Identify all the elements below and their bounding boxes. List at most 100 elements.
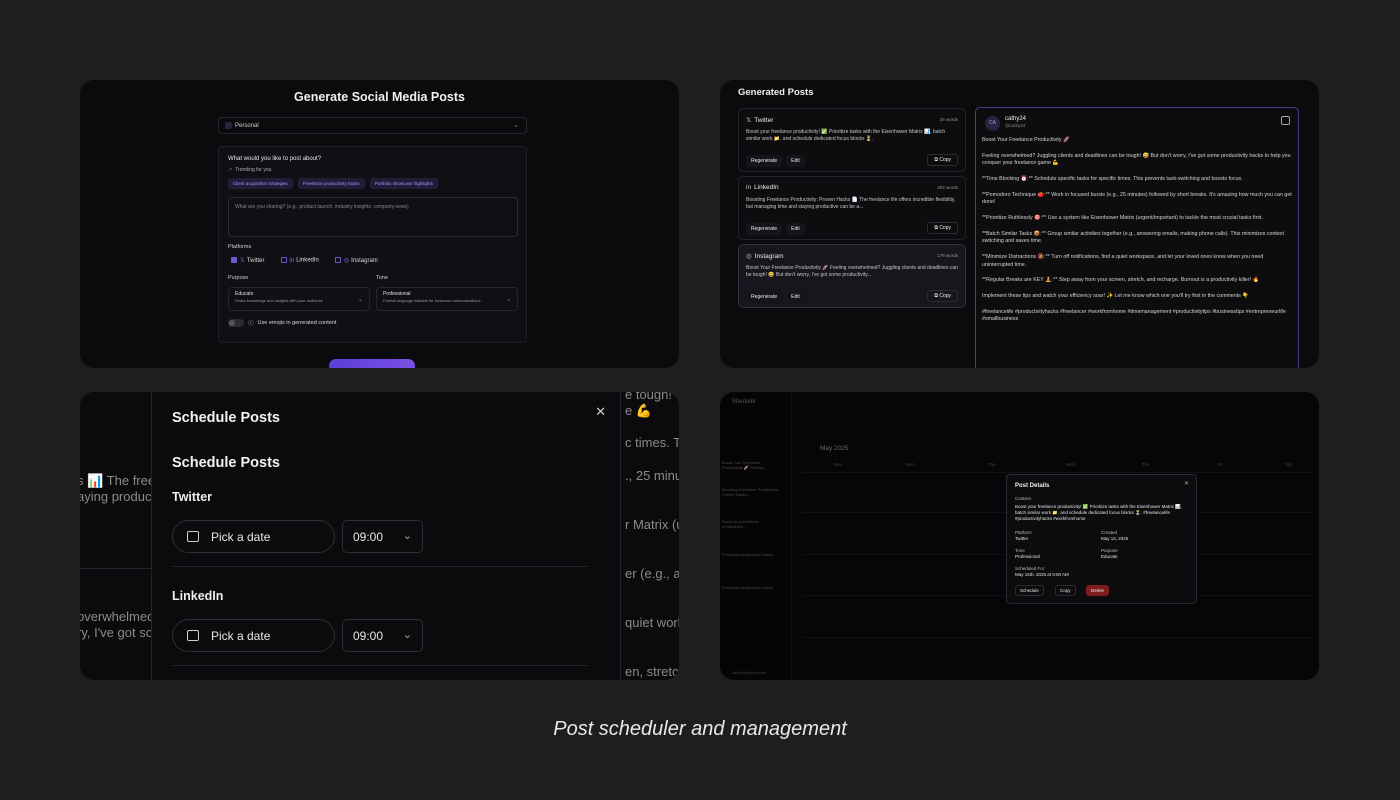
checkbox-icon[interactable] xyxy=(231,257,237,264)
account-select[interactable]: Personal ⌄ xyxy=(218,117,527,134)
delete-button[interactable]: Delete xyxy=(1086,585,1110,596)
date-label: Pick a date xyxy=(211,530,271,544)
date-picker-button[interactable]: Pick a date xyxy=(172,619,335,652)
close-icon[interactable]: ✕ xyxy=(595,404,606,420)
topic-question: What would you like to post about? xyxy=(228,156,322,162)
copy-label: Copy xyxy=(939,225,951,231)
divider xyxy=(80,568,151,569)
sidebar-item[interactable]: Freelance productivity hacks xyxy=(722,585,782,590)
copy-button[interactable]: ⧉ Copy xyxy=(927,154,958,166)
purpose-desc: Share knowledge and insights with your a… xyxy=(235,298,323,303)
info-icon: ⓘ xyxy=(248,321,254,327)
background-text: e 💪 xyxy=(625,403,653,418)
instagram-icon xyxy=(1281,116,1290,125)
platform-label: LinkedIn xyxy=(296,257,319,264)
scheduler-sidebar: Sheduler Boost Your Freelance Productivi… xyxy=(720,392,792,680)
weekday-label: Fri xyxy=(1217,462,1223,467)
sidebar-item[interactable]: Freelance productivity hacks xyxy=(722,552,782,557)
caption: Post scheduler and management xyxy=(553,718,847,740)
post-platform: Twitter xyxy=(754,117,774,124)
platform-value: Twitter xyxy=(1015,536,1029,541)
background-text: aying product xyxy=(80,489,151,504)
preview-handle: @cathy24 xyxy=(1005,123,1026,128)
instagram-icon: ◎ xyxy=(746,253,752,260)
preview-body: Boost Your Freelance Productivity 🚀 Feel… xyxy=(982,137,1292,323)
generate-button[interactable] xyxy=(329,359,415,368)
checkbox-icon[interactable] xyxy=(334,257,341,264)
edit-button[interactable]: Edit xyxy=(786,223,805,235)
regenerate-button[interactable]: Regenerate xyxy=(746,223,783,235)
copy-button[interactable]: ⧉ Copy xyxy=(927,222,958,234)
chevron-down-icon: ⌄ xyxy=(505,297,511,303)
tone-value: Professional xyxy=(383,291,411,297)
purpose-value: Educate xyxy=(1101,554,1118,559)
regenerate-button[interactable]: Regenerate xyxy=(746,155,783,167)
checkbox-icon[interactable] xyxy=(280,257,287,263)
date-label: Pick a date xyxy=(211,629,271,643)
post-card-linkedin[interactable]: in LinkedIn 202 words Boosting Freelance … xyxy=(738,176,966,240)
post-card-header: ◎ Instagram xyxy=(746,252,784,260)
account-avatar xyxy=(225,122,232,129)
chevron-down-icon: ⌄ xyxy=(357,297,363,303)
edit-button[interactable]: Edit xyxy=(786,155,805,167)
post-platform: LinkedIn xyxy=(754,184,779,191)
purpose-value: Educate xyxy=(235,291,254,297)
post-card-twitter[interactable]: 𝕏 Twitter 25 words Boost your freelance p… xyxy=(738,108,966,172)
calendar-month: May 2025 xyxy=(820,445,849,452)
copy-label: Copy xyxy=(939,157,951,163)
emoji-label: Use emojis in generated content xyxy=(257,320,337,326)
calendar-gridline xyxy=(802,472,1312,473)
schedule-title: Schedule Posts xyxy=(172,410,280,426)
edit-button[interactable]: Edit xyxy=(786,291,805,303)
avatar: CA xyxy=(985,116,1000,131)
emoji-toggle[interactable] xyxy=(228,319,244,327)
platform-instagram[interactable]: ◎ Instagram xyxy=(334,257,378,264)
time-select[interactable]: 09:00 ⌄ xyxy=(342,520,423,553)
background-text: s 📊 The free xyxy=(80,473,151,488)
background-text: er (e.g., an xyxy=(625,566,679,581)
divider xyxy=(172,566,588,567)
generate-posts-panel: Generate Social Media Posts Personal ⌄ W… xyxy=(80,80,679,368)
topic-chip[interactable]: Portfolio showcase highlights xyxy=(369,178,438,189)
calendar-icon xyxy=(187,630,199,641)
platform-twitter[interactable]: 𝕏 Twitter xyxy=(231,257,265,264)
emoji-toggle-row: ⓘ Use emojis in generated content xyxy=(228,319,336,327)
calendar-gridline xyxy=(802,637,1312,638)
tone-select[interactable]: Professional Formal language suitable fo… xyxy=(376,287,518,311)
post-actions: Regenerate Edit xyxy=(746,155,805,167)
schedule-button[interactable]: Schedule xyxy=(1015,585,1044,596)
platform-label: Twitter xyxy=(246,258,265,264)
scheduled-value: May 15th, 2025 at 9:00 AM xyxy=(1015,572,1069,577)
sidebar-title: Sheduler xyxy=(732,399,757,405)
schedule-subtitle: Schedule Posts xyxy=(172,455,280,471)
topic-textarea[interactable]: What are you sharing? (e.g., product lau… xyxy=(228,197,518,237)
time-value: 09:00 xyxy=(353,629,384,643)
platform-label: Platform xyxy=(1015,530,1032,535)
divider xyxy=(172,665,588,666)
date-picker-button[interactable]: Pick a date xyxy=(172,520,335,553)
created-label: Created xyxy=(1101,530,1118,535)
sidebar-user-email: cathy24@mail.com xyxy=(732,670,767,675)
weekday-label: Sat xyxy=(1285,462,1292,467)
close-icon[interactable]: ✕ xyxy=(1184,480,1189,487)
purpose-select[interactable]: Educate Share knowledge and insights wit… xyxy=(228,287,370,311)
platform-linkedin[interactable]: in LinkedIn xyxy=(280,257,319,264)
weekday-label: Sun xyxy=(834,462,843,467)
copy-button[interactable]: ⧉ Copy xyxy=(927,290,958,302)
sidebar-item[interactable]: Boost Your Freelance Productivity 🚀 Feel… xyxy=(722,460,782,470)
sidebar-item[interactable]: Boost your freelance productivity!... xyxy=(722,519,782,529)
regenerate-button[interactable]: Regenerate xyxy=(746,291,783,303)
topic-chip[interactable]: Client acquisition strategies xyxy=(228,178,293,189)
copy-button[interactable]: Copy xyxy=(1055,585,1076,596)
post-preview: CA cathy24 @cathy24 Boost Your Freelance… xyxy=(975,107,1299,368)
post-card-instagram[interactable]: ◎ Instagram 176 words Boost Your Freelanc… xyxy=(738,244,966,308)
platform-label: Instagram xyxy=(351,258,378,264)
chevron-down-icon: ⌄ xyxy=(402,530,412,542)
sidebar-item[interactable]: Boosting Freelance Productivity: Proven … xyxy=(722,487,782,497)
generated-posts-panel: Generated Posts 𝕏 Twitter 25 words Boost … xyxy=(720,80,1319,368)
topic-chip[interactable]: Freelance productivity hacks xyxy=(297,178,365,189)
time-select[interactable]: 09:00 ⌄ xyxy=(342,619,423,652)
background-text: quiet work xyxy=(625,615,679,630)
modal-title: Post Details xyxy=(1015,483,1050,489)
schedule-sheet: Schedule Posts ✕ Schedule Posts Twitter … xyxy=(151,392,621,680)
